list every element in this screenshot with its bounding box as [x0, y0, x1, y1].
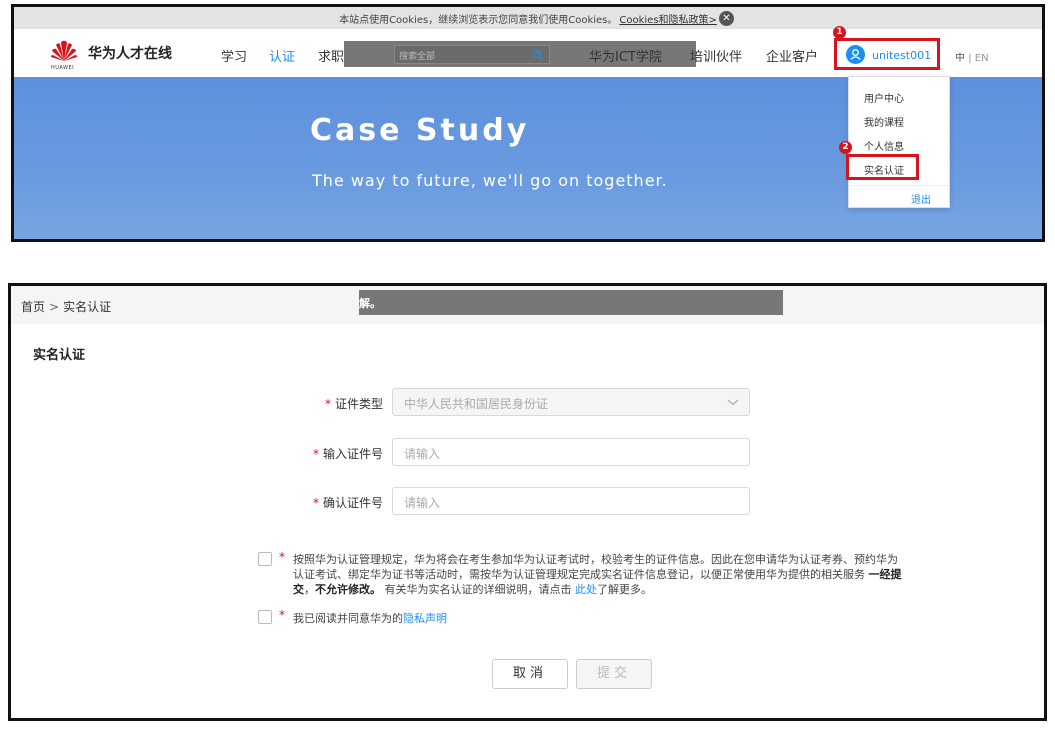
required-mark: *: [324, 397, 331, 411]
id-number-label-text: 输入证件号: [322, 447, 383, 461]
id-type-label: * 证件类型: [273, 395, 383, 412]
confirm-id-input[interactable]: 请输入: [392, 487, 750, 515]
close-icon[interactable]: ✕: [719, 11, 734, 26]
privacy-text: 我已阅读并同意华为的隐私声明: [293, 610, 447, 626]
required-mark: *: [312, 496, 319, 510]
menu-item-logout[interactable]: 退出: [911, 191, 931, 206]
required-mark: *: [312, 447, 319, 461]
avatar: [846, 45, 865, 64]
screenshot-panel-top: 本站点使用Cookies，继续浏览表示您同意我们使用Cookies。 Cooki…: [11, 4, 1045, 242]
user-dropdown-menu: 用户中心 我的课程 个人信息 实名认证 退出 2: [839, 76, 950, 208]
menu-item-real-name-verify[interactable]: 实名认证: [864, 162, 904, 177]
privacy-checkbox[interactable]: [258, 610, 272, 624]
privacy-label: 我已阅读并同意华为的: [293, 612, 403, 625]
page-title: 实名认证: [33, 348, 86, 363]
id-type-value: 中华人民共和国居民身份证: [404, 397, 549, 411]
agreement-text: 按照华为认证管理规定，华为将会在考生参加华为认证考试时，校验考生的证件信息。因此…: [293, 552, 903, 597]
agreement-comma: ，: [304, 583, 315, 596]
breadcrumb: 首页 > 实名认证: [21, 298, 111, 315]
search-placeholder: 搜索全部: [399, 52, 436, 62]
id-number-input[interactable]: 请输入: [392, 438, 750, 466]
menu-item-user-center[interactable]: 用户中心: [864, 90, 904, 105]
chevron-down-icon: [727, 399, 739, 406]
breadcrumb-separator: >: [49, 300, 60, 314]
menu-divider: [849, 185, 949, 186]
confirm-id-label-text: 确认证件号: [322, 496, 383, 510]
nav-ict-academy[interactable]: 华为ICT学院: [589, 46, 662, 65]
menu-item-my-courses[interactable]: 我的课程: [864, 114, 904, 129]
privacy-link[interactable]: 隐私声明: [403, 612, 447, 625]
redaction-overlay: 解。: [359, 290, 783, 315]
nav-enterprise[interactable]: 企业客户: [766, 46, 818, 65]
cookie-text: 本站点使用Cookies，继续浏览表示您同意我们使用Cookies。: [339, 14, 618, 26]
nav-training-partners[interactable]: 培训伙伴: [690, 46, 742, 65]
breadcrumb-home[interactable]: 首页: [21, 300, 45, 314]
search-input[interactable]: 搜索全部: [394, 45, 550, 64]
breadcrumb-bar: 首页 > 实名认证 解。: [11, 286, 1044, 324]
site-name[interactable]: 华为人才在线: [88, 43, 172, 63]
step-badge-2: 2: [839, 141, 852, 154]
huawei-logo-icon: [51, 40, 77, 61]
step-badge-1: 1: [833, 26, 846, 39]
banner-subtitle: The way to future, we'll go on together.: [312, 171, 668, 190]
required-mark: *: [279, 608, 285, 622]
agreement-bold-2: 不允许修改。: [315, 583, 381, 596]
nav-certification[interactable]: 认证: [269, 46, 295, 65]
id-type-select[interactable]: 中华人民共和国居民身份证: [392, 388, 750, 416]
cancel-button[interactable]: 取消: [492, 659, 568, 689]
nav-jobs[interactable]: 求职: [318, 46, 344, 65]
lang-zh[interactable]: 中: [955, 53, 965, 64]
cookie-banner: 本站点使用Cookies，继续浏览表示您同意我们使用Cookies。 Cooki…: [14, 7, 1042, 29]
required-mark: *: [279, 550, 285, 564]
user-name: unitest001: [872, 49, 932, 62]
id-type-label-text: 证件类型: [334, 397, 383, 411]
nav-learn[interactable]: 学习: [221, 46, 247, 65]
top-navbar: HUAWEI 华为人才在线 学习 认证 求职 搜索全部 华为ICT学院 培训伙伴…: [14, 26, 1042, 77]
overlay-text: 解。: [359, 297, 381, 310]
confirm-id-placeholder: 请输入: [404, 496, 441, 510]
user-account-button[interactable]: unitest001: [834, 38, 940, 70]
agreement-body: 按照华为认证管理规定，华为将会在考生参加华为认证考试时，校验考生的证件信息。因此…: [293, 553, 898, 581]
details-link[interactable]: 此处: [575, 583, 597, 596]
agreement-more: 有关华为实名认证的详细说明，请点击: [384, 583, 572, 596]
cookie-policy-link[interactable]: Cookies和隐私政策>: [619, 11, 717, 26]
user-icon: [850, 49, 861, 60]
breadcrumb-current: 实名认证: [63, 300, 112, 314]
agreement-checkbox[interactable]: [258, 552, 272, 566]
screenshot-panel-bottom: 首页 > 实名认证 解。 实名认证 * 证件类型 中华人民共和国居民身份证 * 输入证件…: [8, 283, 1047, 721]
submit-button[interactable]: 提交: [576, 659, 652, 689]
search-icon[interactable]: [532, 49, 544, 61]
lang-separator: |: [968, 53, 972, 64]
id-number-label: * 输入证件号: [273, 445, 383, 462]
logo-wordmark: HUAWEI: [51, 65, 75, 71]
lang-en[interactable]: EN: [975, 53, 989, 64]
id-number-placeholder: 请输入: [404, 447, 441, 461]
confirm-id-label: * 确认证件号: [273, 494, 383, 511]
menu-item-personal-info[interactable]: 个人信息: [864, 138, 904, 153]
agreement-end: 了解更多。: [597, 583, 652, 596]
banner-title: Case Study: [310, 113, 530, 148]
language-switch[interactable]: 中 | EN: [955, 49, 989, 64]
